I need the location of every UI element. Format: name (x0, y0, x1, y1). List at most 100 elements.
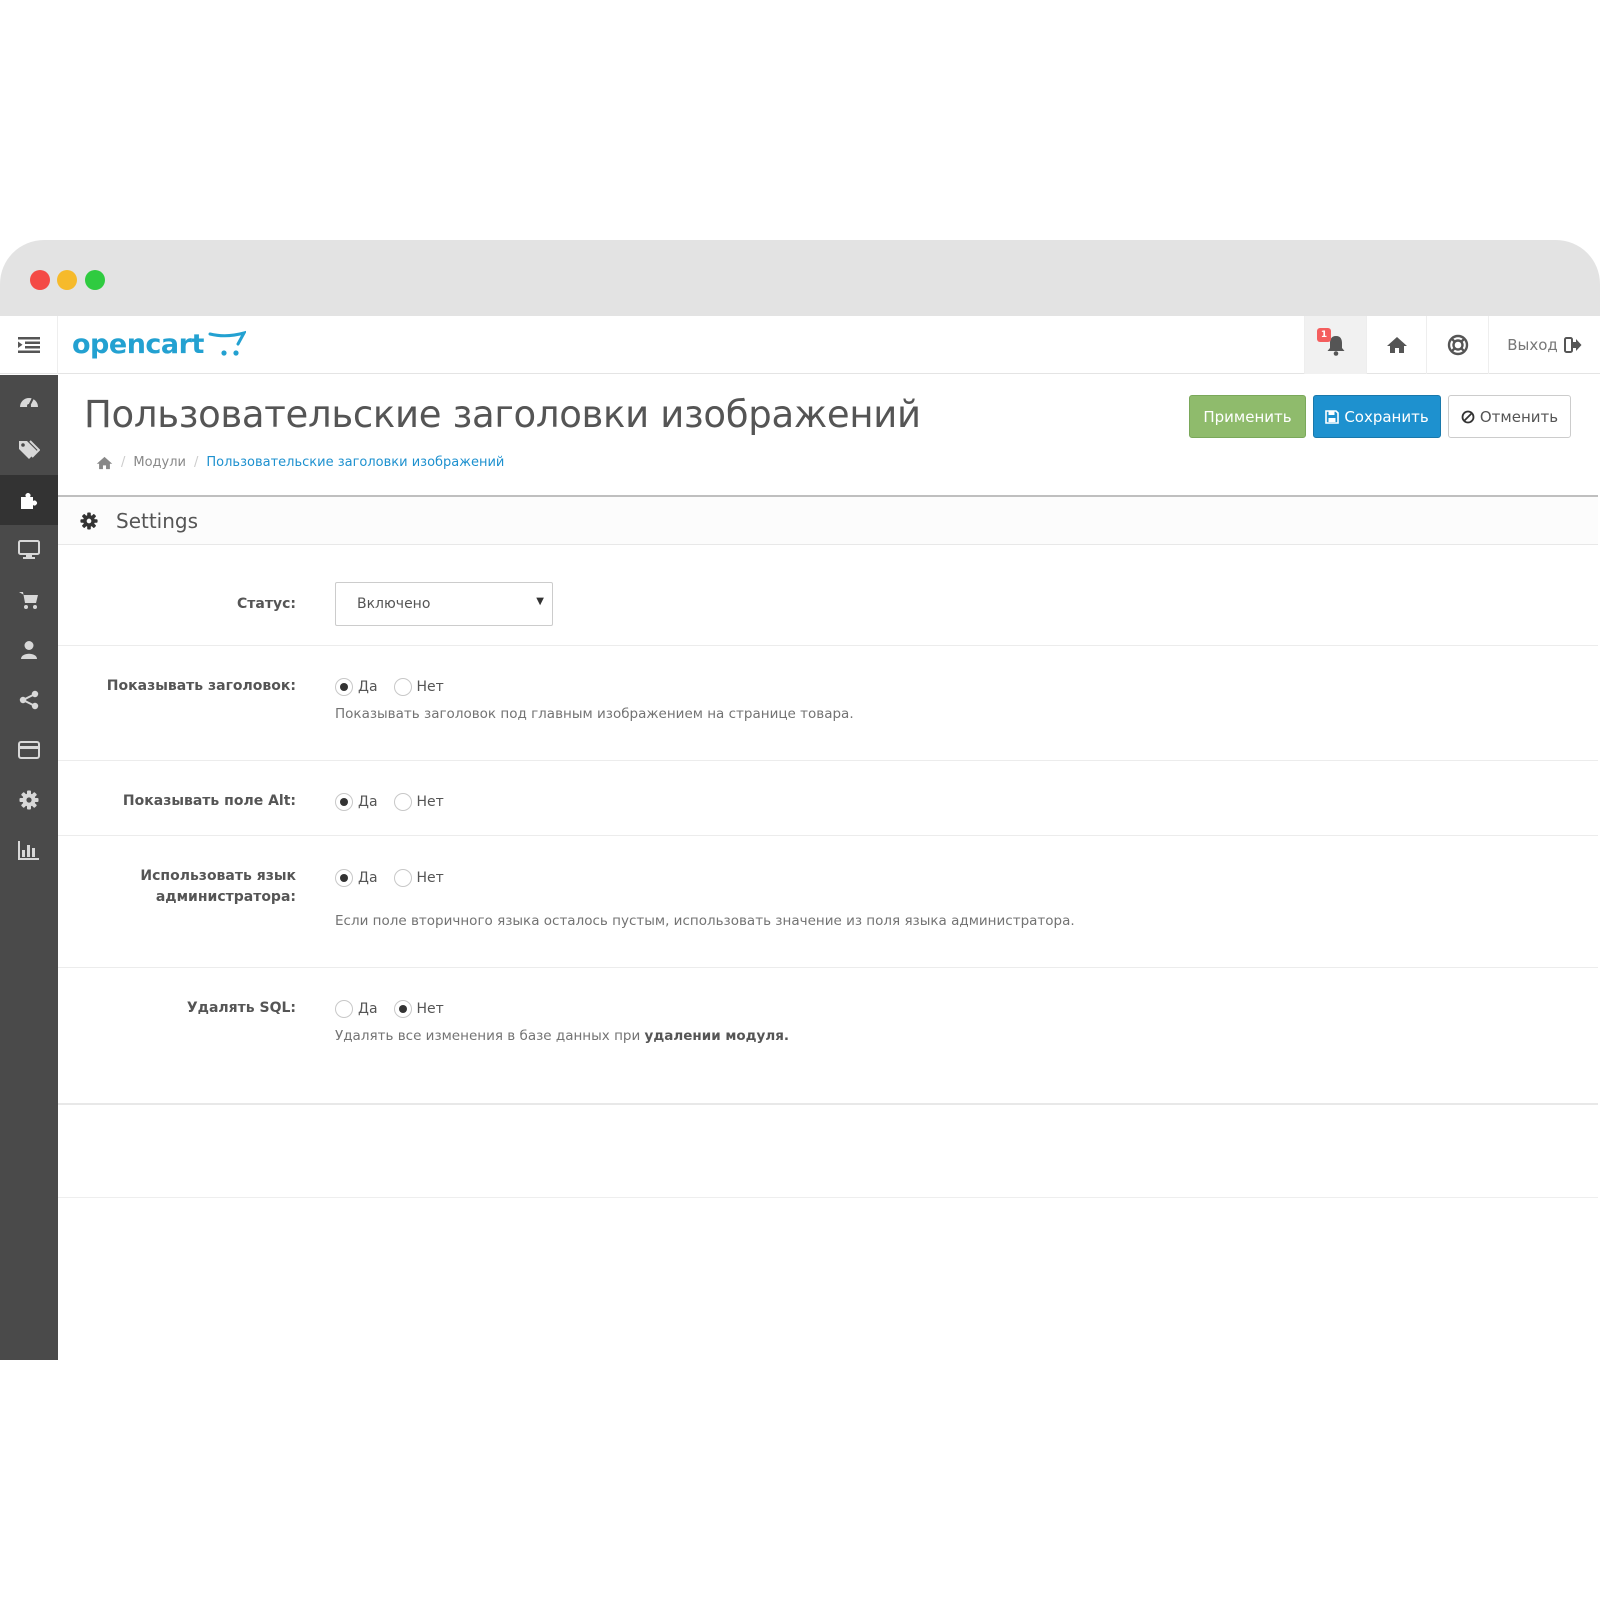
radio-checked[interactable] (393, 1000, 412, 1018)
radio-unchecked[interactable] (393, 793, 412, 811)
notifications-button[interactable]: 1 (1304, 316, 1366, 374)
help-button[interactable] (1426, 316, 1488, 374)
sign-out-icon (1563, 337, 1582, 353)
admin-language-field: Да Нет Если поле вторичного языка остало… (335, 869, 1075, 929)
sidebar-item-reports[interactable] (0, 825, 58, 875)
close-window-button[interactable] (30, 270, 50, 290)
show-title-yes-radio[interactable]: Да (335, 678, 378, 696)
show-alt-no-radio[interactable]: Нет (393, 793, 444, 811)
save-button[interactable]: Сохранить (1313, 395, 1441, 438)
breadcrumb-separator: / (194, 455, 199, 470)
sidebar-item-dashboard[interactable] (0, 375, 58, 425)
status-select[interactable]: Включено ▼ (335, 582, 553, 626)
content-divider (58, 1197, 1598, 1198)
credit-card-icon (18, 741, 40, 759)
admin-language-label: Использовать язык администратора: (58, 866, 296, 908)
sidebar-item-system[interactable] (0, 775, 58, 825)
top-right-nav: 1 Выход (1304, 316, 1600, 374)
home-icon (1386, 337, 1407, 353)
puzzle-icon (21, 493, 37, 509)
delete-sql-field: Да Нет Удалять все изменения в базе данн… (335, 1000, 789, 1044)
radio-label: Да (358, 679, 378, 695)
page-title: Пользовательские заголовки изображений (84, 393, 921, 436)
admin-language-yes-radio[interactable]: Да (335, 869, 378, 887)
radio-unchecked[interactable] (393, 678, 412, 696)
sidebar-item-extensions[interactable] (0, 475, 58, 525)
logout-button[interactable]: Выход (1488, 316, 1600, 374)
select-caret-icon: ▼ (536, 596, 544, 607)
save-label: Сохранить (1344, 407, 1429, 426)
breadcrumb-modules-link[interactable]: Модули (133, 455, 186, 470)
radio-label: Да (358, 794, 378, 810)
form-row-delete-sql: Удалять SQL: Да Нет Удалять все изменени… (58, 968, 1598, 1105)
sidebar-item-catalog[interactable] (0, 425, 58, 475)
admin-language-label-line1: Использовать язык (140, 868, 296, 884)
share-icon (19, 690, 39, 710)
radio-label: Да (358, 1001, 378, 1017)
admin-language-no-radio[interactable]: Нет (393, 869, 444, 887)
show-title-field: Да Нет Показывать заголовок под главным … (335, 678, 854, 722)
sidebar-item-payments[interactable] (0, 725, 58, 775)
settings-panel: Settings Статус: Включено ▼ Показывать з… (58, 495, 1598, 1105)
show-title-no-radio[interactable]: Нет (393, 678, 444, 696)
delete-sql-help-text: Удалять все изменения в базе данных при (335, 1028, 645, 1044)
window-titlebar (0, 240, 1600, 316)
breadcrumb-home-icon[interactable] (96, 456, 113, 470)
status-select-value: Включено (357, 596, 431, 612)
radio-unchecked[interactable] (335, 1000, 353, 1018)
admin-language-label-line2: администратора: (155, 889, 296, 905)
user-icon (21, 641, 37, 659)
top-navbar: opencart 1 Выход (0, 316, 1600, 374)
form-row-status: Статус: Включено ▼ (58, 546, 1598, 646)
maximize-window-button[interactable] (85, 270, 105, 290)
radio-checked[interactable] (335, 793, 353, 811)
radio-label: Нет (416, 679, 444, 695)
sidebar-item-design[interactable] (0, 525, 58, 575)
delete-sql-help-bold: удалении модуля. (644, 1028, 790, 1044)
logout-label: Выход (1507, 336, 1558, 354)
admin-language-help: Если поле вторичного языка осталось пуст… (335, 913, 1075, 929)
cancel-button[interactable]: Отменить (1448, 395, 1571, 438)
breadcrumb-separator: / (121, 455, 126, 470)
show-title-help: Показывать заголовок под главным изображ… (335, 706, 854, 722)
show-alt-label: Показывать поле Alt: (122, 793, 296, 809)
delete-sql-no-radio[interactable]: Нет (393, 1000, 444, 1018)
show-alt-yes-radio[interactable]: Да (335, 793, 378, 811)
radio-checked[interactable] (335, 869, 353, 887)
ban-icon (1461, 410, 1475, 423)
breadcrumb-current-link[interactable]: Пользовательские заголовки изображений (206, 455, 504, 470)
admin-language-radio-group: Да Нет (335, 869, 1075, 887)
show-alt-radio-group: Да Нет (335, 793, 460, 811)
breadcrumb: / Модули / Пользовательские заголовки из… (96, 455, 504, 470)
panel-title: Settings (116, 508, 199, 533)
apply-button[interactable]: Применить (1189, 395, 1306, 438)
sidebar-item-sales[interactable] (0, 575, 58, 625)
notification-badge: 1 (1317, 328, 1331, 342)
sidebar-item-customers[interactable] (0, 625, 58, 675)
radio-checked[interactable] (335, 678, 353, 696)
status-field: Включено ▼ (335, 582, 553, 626)
sidebar-item-marketing[interactable] (0, 675, 58, 725)
form-row-show-title: Показывать заголовок: Да Нет Показывать … (58, 646, 1598, 761)
cancel-label: Отменить (1479, 407, 1559, 426)
form-row-admin-language: Использовать язык администратора: Да Нет (58, 836, 1598, 968)
store-home-button[interactable] (1366, 316, 1426, 374)
desktop-icon (18, 540, 40, 559)
opencart-logo[interactable]: opencart (72, 326, 246, 362)
form-row-show-alt: Показывать поле Alt: Да Нет (58, 761, 1598, 836)
show-title-radio-group: Да Нет (335, 678, 854, 696)
cart-icon (19, 592, 38, 609)
menu-toggle-button[interactable] (0, 316, 58, 374)
show-alt-field: Да Нет (335, 793, 460, 811)
logo-text: opencart (72, 328, 204, 360)
floppy-disk-icon (1325, 409, 1340, 424)
radio-unchecked[interactable] (393, 869, 412, 887)
bar-chart-icon (18, 841, 39, 860)
cart-logo-icon (208, 330, 246, 356)
minimize-window-button[interactable] (57, 270, 77, 290)
apply-label: Применить (1203, 407, 1292, 426)
radio-label: Да (358, 870, 378, 886)
delete-sql-label: Удалять SQL: (186, 1000, 296, 1016)
delete-sql-yes-radio[interactable]: Да (335, 1000, 378, 1018)
tags-icon (19, 440, 40, 459)
